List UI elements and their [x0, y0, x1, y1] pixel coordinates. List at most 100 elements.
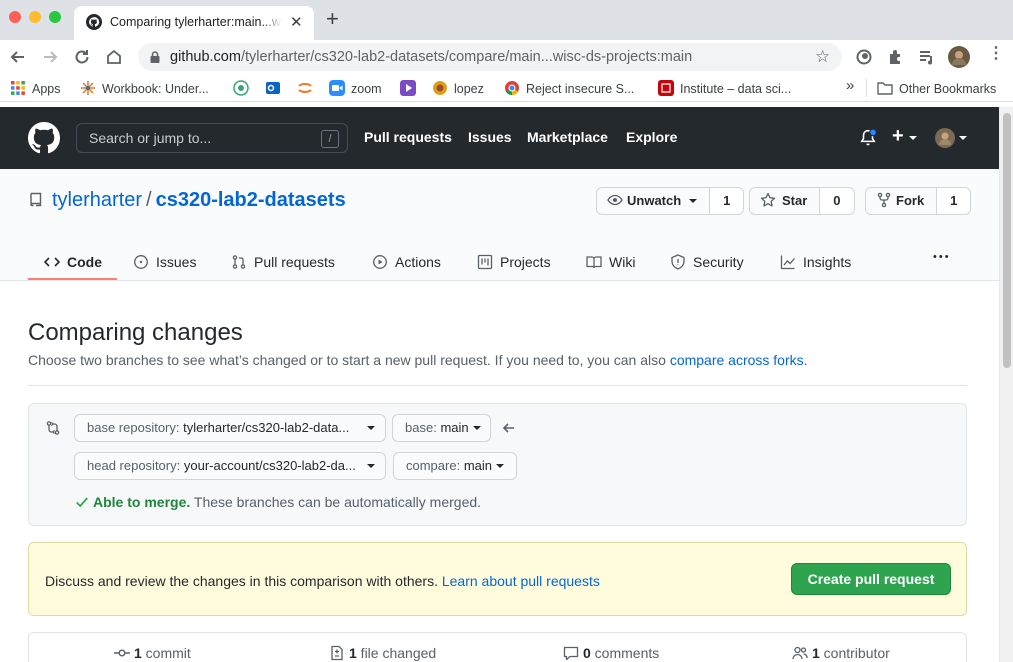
chevron-down-icon [472, 426, 481, 430]
star-count[interactable]: 0 [820, 188, 854, 214]
create-pull-request-button[interactable]: Create pull request [791, 563, 951, 595]
tab-label: Insights [803, 254, 852, 270]
orange-arc-icon [298, 83, 312, 93]
bookmarks-overflow-button[interactable]: » [846, 77, 854, 94]
page-scrollbar[interactable] [999, 107, 1013, 662]
compare-branch-select[interactable]: compare: main [393, 452, 517, 480]
tab-label: Code [67, 254, 102, 270]
repo-separator: / [146, 189, 152, 211]
learn-pull-requests-link[interactable]: Learn about pull requests [442, 573, 600, 589]
play-circle-icon [373, 255, 387, 269]
files-count: 1 [349, 645, 357, 661]
zoom-window-button[interactable] [49, 11, 61, 23]
unwatch-button[interactable]: Unwatch [597, 188, 711, 214]
profile-avatar-icon[interactable] [948, 46, 970, 68]
more-tabs-icon[interactable]: ••• [933, 251, 951, 263]
close-window-button[interactable] [9, 11, 21, 23]
green-circle-icon [233, 80, 249, 96]
nav-explore[interactable]: Explore [626, 129, 677, 145]
base-repository-select[interactable]: base repository: tylerharter/cs320-lab2-… [74, 414, 386, 442]
check-icon [76, 497, 88, 508]
minimize-window-button[interactable] [29, 11, 41, 23]
bookmark-lopez[interactable]: lopez [432, 80, 484, 96]
bookmark-orange[interactable] [297, 80, 319, 96]
tab-security[interactable]: Security [670, 254, 744, 270]
bookmark-institute[interactable]: Institute – data sci... [658, 80, 791, 96]
browser-menu-icon[interactable]: ⋮ [988, 46, 1004, 62]
base-branch-select[interactable]: base: main [392, 414, 491, 442]
extensions-puzzle-icon[interactable] [887, 48, 905, 66]
fork-label: Fork [896, 193, 925, 208]
contributors-stat[interactable]: 1 contributor [792, 645, 890, 661]
extension-circle-icon[interactable] [855, 48, 873, 66]
user-menu[interactable] [935, 128, 967, 148]
forward-arrow-icon[interactable] [40, 47, 60, 67]
bookmark-label: Reject insecure S... [526, 82, 635, 96]
bookmark-purple[interactable] [400, 80, 422, 96]
pull-request-icon [232, 255, 246, 269]
tab-close-icon[interactable]: ✕ [290, 13, 303, 31]
lock-icon[interactable] [148, 50, 162, 64]
back-arrow-icon[interactable] [8, 47, 28, 67]
nav-marketplace[interactable]: Marketplace [527, 129, 608, 145]
tab-label: Pull requests [254, 254, 335, 270]
url-text: github.com/tylerharter/cs320-lab2-datase… [170, 49, 692, 65]
create-pr-banner: Discuss and review the changes in this c… [28, 542, 967, 616]
base-repo-value: tylerharter/cs320-lab2-data... [183, 420, 350, 435]
other-bookmarks-label: Other Bookmarks [899, 82, 997, 96]
active-tab-indicator [28, 278, 117, 280]
fork-button[interactable]: Fork [866, 188, 938, 214]
fork-button-group: Fork 1 [865, 187, 972, 215]
chevron-down-icon [689, 199, 698, 203]
arrow-left-icon [502, 423, 514, 433]
nav-issues[interactable]: Issues [468, 129, 512, 145]
tab-wiki[interactable]: Wiki [586, 254, 635, 270]
repo-owner-link[interactable]: tylerharter [52, 189, 142, 211]
banner-message: Discuss and review the changes in this c… [45, 573, 442, 589]
bookmark-apps[interactable]: Apps [10, 80, 61, 96]
github-logo-icon[interactable] [28, 122, 60, 154]
reload-icon[interactable] [72, 47, 92, 67]
star-button[interactable]: Star [750, 188, 821, 214]
tab-insights[interactable]: Insights [780, 254, 851, 270]
address-bar[interactable]: github.com/tylerharter/cs320-lab2-datase… [138, 43, 842, 71]
bookmark-outlook[interactable] [265, 80, 287, 96]
description-period: . [803, 352, 808, 368]
create-new-menu[interactable]: + [892, 125, 917, 148]
comments-stat[interactable]: 0 comments [563, 645, 659, 661]
github-search-input[interactable]: Search or jump to... / [76, 123, 348, 153]
bookmark-green-circle[interactable] [233, 80, 255, 96]
tab-issues[interactable]: Issues [133, 254, 196, 270]
compare-across-forks-link[interactable]: compare across forks [670, 352, 804, 368]
workbook-icon [81, 81, 95, 95]
compare-prefix: compare: [406, 458, 461, 473]
bookmark-star-icon[interactable]: ☆ [815, 47, 830, 67]
github-header: Search or jump to... / Pull requests Iss… [0, 107, 999, 169]
watch-count[interactable]: 1 [710, 188, 744, 214]
base-repo-prefix: base repository: [87, 420, 180, 435]
media-queue-icon[interactable] [918, 48, 936, 66]
fork-count[interactable]: 1 [937, 188, 971, 214]
head-repository-select[interactable]: head repository: your-account/cs320-lab2… [74, 452, 386, 480]
tab-code[interactable]: Code [44, 254, 102, 270]
home-icon[interactable] [104, 47, 124, 67]
new-tab-button[interactable]: + [326, 8, 339, 30]
commits-stat[interactable]: 1 commit [114, 645, 191, 661]
tab-actions[interactable]: Actions [372, 254, 441, 270]
notifications-bell-icon[interactable] [859, 129, 877, 147]
plus-icon: + [892, 125, 904, 147]
bookmark-zoom[interactable]: zoom [329, 80, 382, 96]
description-text: Choose two branches to see what’s change… [28, 352, 670, 368]
scrollbar-thumb[interactable] [1003, 113, 1011, 368]
files-changed-stat[interactable]: 1 file changed [329, 645, 436, 661]
tab-label: Actions [395, 254, 441, 270]
repo-name-link[interactable]: cs320-lab2-datasets [156, 189, 346, 211]
nav-pull-requests[interactable]: Pull requests [364, 129, 452, 145]
bookmark-workbook[interactable]: Workbook: Under... [80, 80, 209, 96]
tab-pull-requests[interactable]: Pull requests [231, 254, 335, 270]
bookmark-reject-insecure[interactable]: Reject insecure S... [504, 80, 634, 96]
tab-projects[interactable]: Projects [477, 254, 551, 270]
other-bookmarks[interactable]: Other Bookmarks [877, 80, 996, 96]
browser-tab-active[interactable]: Comparing tylerharter:main...wisc-ds-pro… [74, 6, 314, 40]
bookmark-label: zoom [351, 82, 382, 96]
